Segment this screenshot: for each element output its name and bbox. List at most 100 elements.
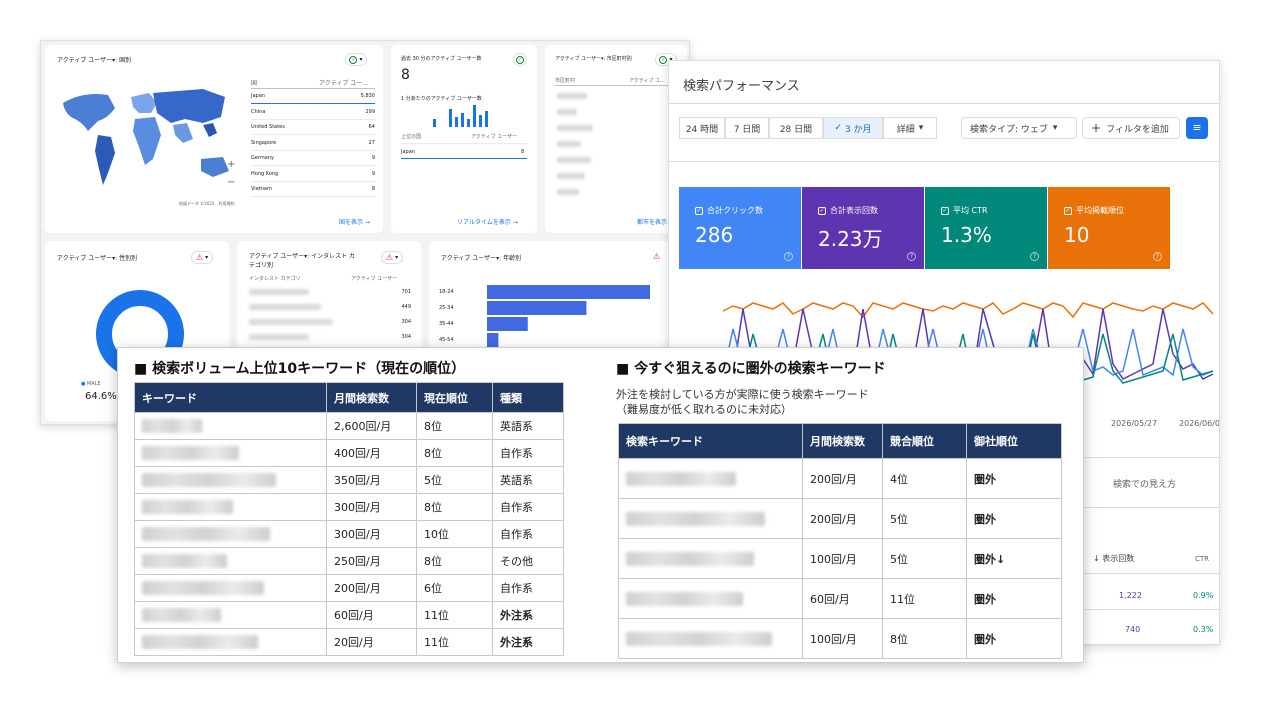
keyword-blurred — [142, 635, 258, 649]
col-category: インタレスト カテゴリ — [249, 276, 301, 282]
ctr-header[interactable]: CTR — [1195, 555, 1209, 563]
rank-cell: 8位 — [416, 547, 493, 575]
range-option[interactable]: 7 日間 — [725, 117, 769, 139]
competitor-rank-cell: 11位 — [882, 578, 967, 619]
metric-value: 286 — [695, 223, 734, 247]
competitor-rank-cell: 5位 — [882, 538, 967, 579]
help-icon[interactable]: ? — [1153, 252, 1162, 261]
status-chip[interactable]: ✓▾ — [345, 53, 367, 66]
metric-label-row: ✓ 合計表示回数 — [818, 205, 878, 216]
appearance-tab[interactable]: 検索での見え方 — [1113, 477, 1176, 490]
age-title[interactable]: アクティブ ユーザー▾: 年齢別 — [441, 253, 521, 262]
table-row: 60回/月 11位 外注系 — [134, 601, 564, 629]
category-value: 449 — [401, 304, 411, 310]
metric-label: 平均掲載順位 — [1076, 206, 1124, 215]
metric-value: 2.23万 — [818, 227, 883, 251]
volume-cell: 20回/月 — [326, 628, 417, 656]
right-desc-1: 外注を検討している方が実際に使う検索キーワード — [616, 388, 869, 401]
realtime-bars — [433, 105, 488, 127]
zoom-in-button[interactable]: + — [227, 159, 235, 170]
table-row: 300回/月 10位 自作系 — [134, 520, 564, 548]
country-value: 9 — [371, 170, 375, 177]
metric-value: 10 — [1064, 223, 1090, 247]
row-divider — [251, 149, 375, 151]
our-rank-cell: 圏外 — [966, 458, 1062, 499]
keyword-blurred — [142, 608, 221, 622]
keyword-blurred — [142, 419, 202, 433]
rank-cell: 6位 — [416, 574, 493, 602]
interest-title[interactable]: アクティブ ユーザー▾: インタレスト カテゴリ別 — [249, 251, 359, 269]
dropdown-icon: ▾ — [918, 123, 924, 133]
age-label: 18-24 — [439, 289, 454, 295]
age-bar — [487, 333, 499, 347]
check-icon: ✓ — [516, 55, 524, 64]
age-bar — [487, 301, 587, 315]
category-blurred — [249, 334, 309, 340]
warning-chip[interactable]: ⚠ ▾ — [381, 251, 403, 264]
sort-arrow-icon: ↓ — [1093, 554, 1103, 563]
right-heading: ■ 今すぐ狙えるのに圏外の検索キーワード — [616, 361, 886, 377]
checkbox-icon: ✓ — [695, 206, 703, 215]
volume-cell: 300回/月 — [326, 493, 417, 521]
add-filter-button[interactable]: + フィルタを追加 — [1082, 117, 1180, 139]
keyword-blurred — [142, 554, 227, 568]
volume-cell: 300回/月 — [326, 520, 417, 548]
date-label-1: 2026/05/27 — [1111, 419, 1158, 428]
date-label-2: 2026/06/0 — [1179, 419, 1220, 428]
country-value: 299 — [365, 108, 375, 115]
help-icon[interactable]: ? — [784, 252, 793, 261]
help-icon[interactable]: ? — [1030, 252, 1039, 261]
country-name: Singapore — [251, 139, 277, 146]
warning-icon: ⚠ — [195, 252, 204, 262]
category-value: 304 — [401, 319, 411, 325]
filter-settings-button[interactable]: ≡ — [1186, 117, 1208, 139]
rank-cell: 11位 — [416, 601, 493, 629]
our-rank-cell: 圏外↓ — [966, 538, 1062, 579]
range-option[interactable]: 24 時間 — [679, 117, 725, 139]
keyword-blurred — [626, 511, 765, 526]
keyword-cell — [134, 412, 327, 440]
chevron-down-icon: ▾ — [205, 254, 209, 261]
metric-card[interactable]: ✓ 合計クリック数 286? — [679, 187, 801, 269]
col-keyword: キーワード — [134, 382, 327, 413]
realtime-title: 過去 30 分のアクティブ ユーザー数 — [401, 56, 482, 62]
metric-card[interactable]: ✓ 平均 CTR 1.3%? — [925, 187, 1047, 269]
range-label: 24 時間 — [685, 124, 719, 135]
country-value: 8 — [371, 186, 375, 192]
countries-card-title[interactable]: アクティブ ユーザー▾: 国別 — [57, 55, 131, 64]
metric-card[interactable]: ✓ 合計表示回数 2.23万? — [802, 187, 924, 269]
gender-title[interactable]: アクティブ ユーザー▾: 性別別 — [57, 253, 137, 262]
warning-chip[interactable]: ⚠ ▾ — [191, 251, 213, 264]
missed-keywords-table: 検索キーワード 月間検索数 競合順位 御社順位 200回/月 4位 圏外 200回/月… — [618, 423, 1062, 659]
range-option[interactable]: 28 日間 — [769, 117, 823, 139]
type-cell: 自作系 — [492, 493, 564, 521]
warning-icon: ⚠ — [385, 252, 394, 262]
range-label: 詳細 — [896, 124, 915, 135]
range-option[interactable]: ✓ 3 か月 — [823, 117, 883, 139]
view-realtime-link[interactable]: リアルタイムを表示 → — [457, 217, 518, 226]
view-countries-link[interactable]: 国を表示 → — [339, 217, 370, 226]
keyword-blurred — [142, 446, 239, 460]
help-icon[interactable]: ? — [907, 252, 916, 261]
legend-label: MALE — [86, 381, 101, 387]
status-chip[interactable]: ✓ — [513, 53, 527, 66]
country-value: 9 — [371, 155, 375, 161]
check-icon: ✓ — [834, 123, 842, 133]
realtime-row-name: Japan — [401, 149, 415, 155]
warning-icon[interactable]: ⚠ — [653, 253, 660, 261]
checkbox-icon: ✓ — [1064, 206, 1072, 215]
metric-label-row: ✓ 平均 CTR — [941, 205, 988, 216]
keyword-report-card: ■ 検索ボリューム上位10キーワード（現在の順位） キーワード 月間検索数 現在… — [117, 347, 1084, 663]
rank-cell: 8位 — [416, 439, 493, 467]
col-rank: 現在順位 — [416, 382, 493, 413]
metric-label: 平均 CTR — [953, 206, 988, 215]
range-option[interactable]: 詳細 ▾ — [883, 117, 937, 139]
rank-cell: 8位 — [416, 412, 493, 440]
metric-card[interactable]: ✓ 平均掲載順位 10? — [1048, 187, 1170, 269]
zoom-out-button[interactable]: − — [227, 177, 235, 188]
map-credit: 地図データ ©2025 利用規約 — [179, 201, 235, 206]
city-title[interactable]: アクティブ ユーザー▾: 市区町村別 — [555, 55, 645, 62]
impressions-header[interactable]: ↓ 表示回数 — [1093, 553, 1134, 564]
age-label: 45-54 — [439, 337, 454, 343]
search-type-filter[interactable]: 検索タイプ: ウェブ ▾ — [961, 117, 1077, 139]
